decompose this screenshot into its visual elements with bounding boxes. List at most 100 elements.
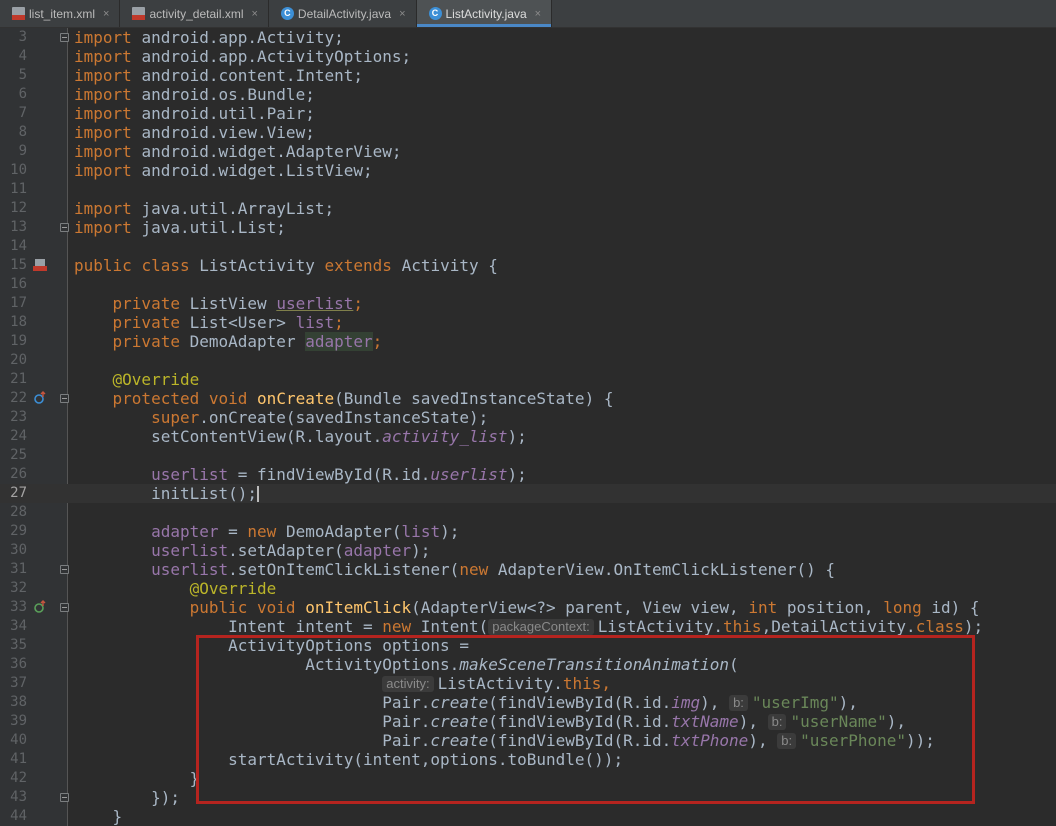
code-line: 24 setContentView(R.layout.activity_list… <box>0 427 1056 446</box>
line-number: 11 <box>10 181 27 197</box>
code-line: 12 import java.util.ArrayList; <box>0 199 1056 218</box>
fold-icon[interactable] <box>60 565 69 574</box>
line-number: 3 <box>18 29 27 45</box>
line-number: 14 <box>10 238 27 254</box>
code-text: private DemoAdapter adapter; <box>112 332 383 351</box>
code-line: 10 import android.widget.ListView; <box>0 161 1056 180</box>
line-number: 4 <box>18 48 27 64</box>
parameter-hint: activity: <box>382 676 434 692</box>
fold-icon[interactable] <box>60 603 69 612</box>
code-line: 8 import android.view.View; <box>0 123 1056 142</box>
tab-label: ListActivity.java <box>445 6 527 21</box>
tab-list-item-xml[interactable]: list_item.xml × <box>0 0 121 27</box>
line-number: 13 <box>10 219 27 235</box>
layout-file-icon[interactable] <box>33 258 47 272</box>
parameter-hint: b: <box>767 714 787 730</box>
code-line: 41 startActivity(intent,options.toBundle… <box>0 750 1056 769</box>
line-number: 41 <box>10 751 27 767</box>
code-text: initList(); <box>151 484 260 503</box>
code-text: import java.util.List; <box>74 218 286 237</box>
code-text: } <box>112 807 123 826</box>
fold-icon[interactable] <box>60 223 69 232</box>
line-number: 25 <box>10 447 27 463</box>
code-editor[interactable]: 3 import android.app.Activity; 4 import … <box>0 28 1056 826</box>
code-line: 42 } <box>0 769 1056 788</box>
code-text: public void onItemClick(AdapterView<?> p… <box>189 598 980 617</box>
code-line: 29 adapter = new DemoAdapter(list); <box>0 522 1056 541</box>
code-line: 40 Pair.create(findViewById(R.id.txtPhon… <box>0 731 1056 750</box>
close-icon[interactable]: × <box>535 8 541 20</box>
line-number: 43 <box>10 789 27 805</box>
line-number: 28 <box>10 504 27 520</box>
tab-label: DetailActivity.java <box>297 6 392 21</box>
fold-icon[interactable] <box>60 793 69 802</box>
code-line: 17 private ListView userlist; <box>0 294 1056 313</box>
code-text: import android.util.Pair; <box>74 104 315 123</box>
code-text: public class ListActivity extends Activi… <box>74 256 498 275</box>
line-number: 27 <box>10 485 27 501</box>
code-line: 44 } <box>0 807 1056 826</box>
line-number: 32 <box>10 580 27 596</box>
code-text: Pair.create(findViewById(R.id.txtName), … <box>382 712 907 731</box>
close-icon[interactable]: × <box>251 8 257 20</box>
tab-label: activity_detail.xml <box>149 6 244 21</box>
code-line: 14 <box>0 237 1056 256</box>
code-text: userlist = findViewById(R.id.userlist); <box>151 465 527 484</box>
code-line: 13 import java.util.List; <box>0 218 1056 237</box>
line-number: 38 <box>10 694 27 710</box>
line-number: 40 <box>10 732 27 748</box>
code-line: 26 userlist = findViewById(R.id.userlist… <box>0 465 1056 484</box>
fold-icon[interactable] <box>60 33 69 42</box>
code-text: import android.app.ActivityOptions; <box>74 47 412 66</box>
line-number: 34 <box>10 618 27 634</box>
line-number: 10 <box>10 162 27 178</box>
code-line: 22 protected void onCreate(Bundle savedI… <box>0 389 1056 408</box>
code-text: protected void onCreate(Bundle savedInst… <box>112 389 614 408</box>
code-line: 3 import android.app.Activity; <box>0 28 1056 47</box>
code-text: private ListView userlist; <box>112 294 364 313</box>
code-text: Intent intent = new Intent(packageContex… <box>228 617 984 636</box>
code-text: import android.widget.ListView; <box>74 161 373 180</box>
line-number: 30 <box>10 542 27 558</box>
code-text: }); <box>151 788 180 807</box>
ide-window: list_item.xml × activity_detail.xml × C … <box>0 0 1056 826</box>
line-number: 29 <box>10 523 27 539</box>
code-text: adapter = new DemoAdapter(list); <box>151 522 460 541</box>
line-number: 22 <box>10 390 27 406</box>
code-line: 43 }); <box>0 788 1056 807</box>
line-number: 5 <box>18 67 27 83</box>
code-text: import android.os.Bundle; <box>74 85 315 104</box>
code-line: 37 activity: ListActivity.this, <box>0 674 1056 693</box>
fold-icon[interactable] <box>60 394 69 403</box>
code-line: 34 Intent intent = new Intent(packageCon… <box>0 617 1056 636</box>
line-number: 39 <box>10 713 27 729</box>
xml-file-icon <box>12 7 25 20</box>
tab-activity-detail-xml[interactable]: activity_detail.xml × <box>120 0 269 27</box>
parameter-hint: packageContext: <box>488 619 594 635</box>
line-number: 21 <box>10 371 27 387</box>
code-text: ActivityOptions options = <box>228 636 469 655</box>
override-method-icon[interactable] <box>33 391 47 405</box>
tab-detail-activity-java[interactable]: C DetailActivity.java × <box>269 0 417 27</box>
close-icon[interactable]: × <box>399 8 405 20</box>
tab-list-activity-java[interactable]: C ListActivity.java × <box>416 0 553 27</box>
line-number: 33 <box>10 599 27 615</box>
code-text: import android.content.Intent; <box>74 66 363 85</box>
code-text: startActivity(intent,options.toBundle())… <box>228 750 624 769</box>
editor-tab-bar: list_item.xml × activity_detail.xml × C … <box>0 0 1056 28</box>
code-line: 33 public void onItemClick(AdapterView<?… <box>0 598 1056 617</box>
parameter-hint: b: <box>729 695 748 711</box>
code-line: 21 @Override <box>0 370 1056 389</box>
code-line: 28 <box>0 503 1056 522</box>
code-text: super.onCreate(savedInstanceState); <box>151 408 489 427</box>
code-text: setContentView(R.layout.activity_list); <box>151 427 527 446</box>
code-line: 16 <box>0 275 1056 294</box>
implement-method-icon[interactable] <box>33 600 47 614</box>
code-line: 9 import android.widget.AdapterView; <box>0 142 1056 161</box>
xml-file-icon <box>132 7 146 20</box>
line-number: 24 <box>10 428 27 444</box>
code-text: Pair.create(findViewById(R.id.img), b: "u… <box>382 693 858 712</box>
code-text: Pair.create(findViewById(R.id.txtPhone),… <box>382 731 935 750</box>
line-number: 42 <box>10 770 27 786</box>
close-icon[interactable]: × <box>103 8 109 20</box>
